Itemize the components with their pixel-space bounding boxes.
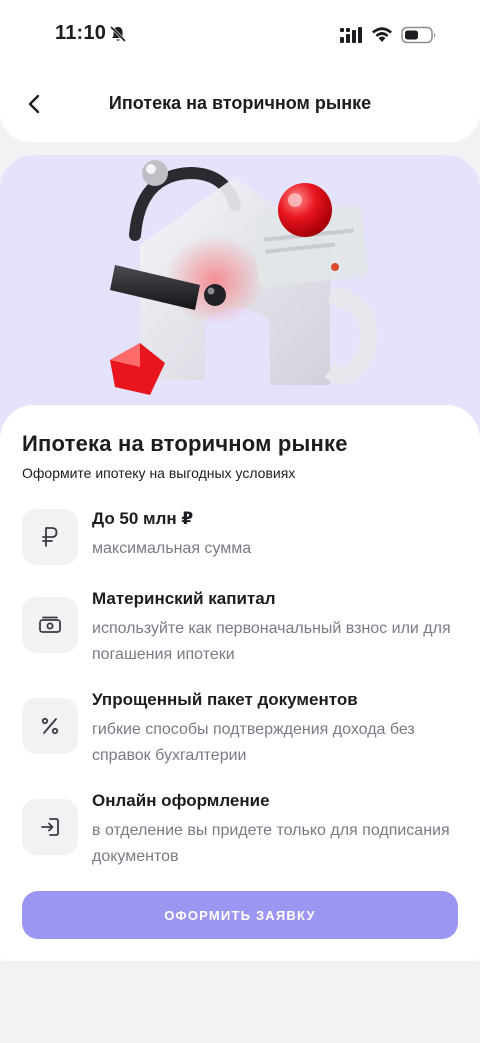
hero-banner: [0, 155, 480, 445]
cash-icon: [39, 616, 61, 633]
feature-description: максимальная сумма: [92, 540, 252, 557]
percent-icon: [41, 717, 59, 735]
ruble-icon: [42, 527, 58, 547]
feature-icon-tile: [22, 597, 78, 653]
page-title: Ипотека на вторичном рынке: [22, 431, 348, 456]
signal-icon: [340, 27, 362, 43]
feature-icon-tile: [22, 509, 78, 565]
bell-off-icon: [109, 25, 127, 43]
feature-description: используйте как первоначальный взнос или…: [92, 620, 451, 663]
battery-icon: [401, 26, 436, 44]
content-sheet: Ипотека на вторичном рынке Оформите ипот…: [0, 405, 480, 961]
login-icon: [41, 818, 59, 836]
feature-icon-tile: [22, 799, 78, 855]
feature-description: в отделение вы придете только для подпис…: [92, 822, 450, 865]
top-panel: 11:10 Ипотека на вторичном рынке: [0, 0, 480, 142]
feature-icon-tile: [22, 698, 78, 754]
header-title: Ипотека на вторичном рынке: [108, 93, 372, 113]
apply-button[interactable]: ОФОРМИТЬ ЗАЯВКУ: [22, 891, 458, 939]
feature-title: До 50 млн ₽: [92, 509, 194, 528]
feature-title: Упрощенный пакет документов: [92, 690, 358, 709]
feature-title: Материнский капитал: [92, 589, 276, 608]
feature-description: гибкие способы подтверждения дохода без …: [92, 721, 415, 764]
page-subtitle: Оформите ипотеку на выгодных условиях: [22, 465, 296, 481]
status-time: 11:10: [55, 22, 107, 44]
house-illustration: [110, 160, 378, 395]
feature-title: Онлайн оформление: [92, 791, 270, 810]
status-bar: 11:10: [0, 0, 480, 70]
wifi-icon: [372, 27, 392, 42]
